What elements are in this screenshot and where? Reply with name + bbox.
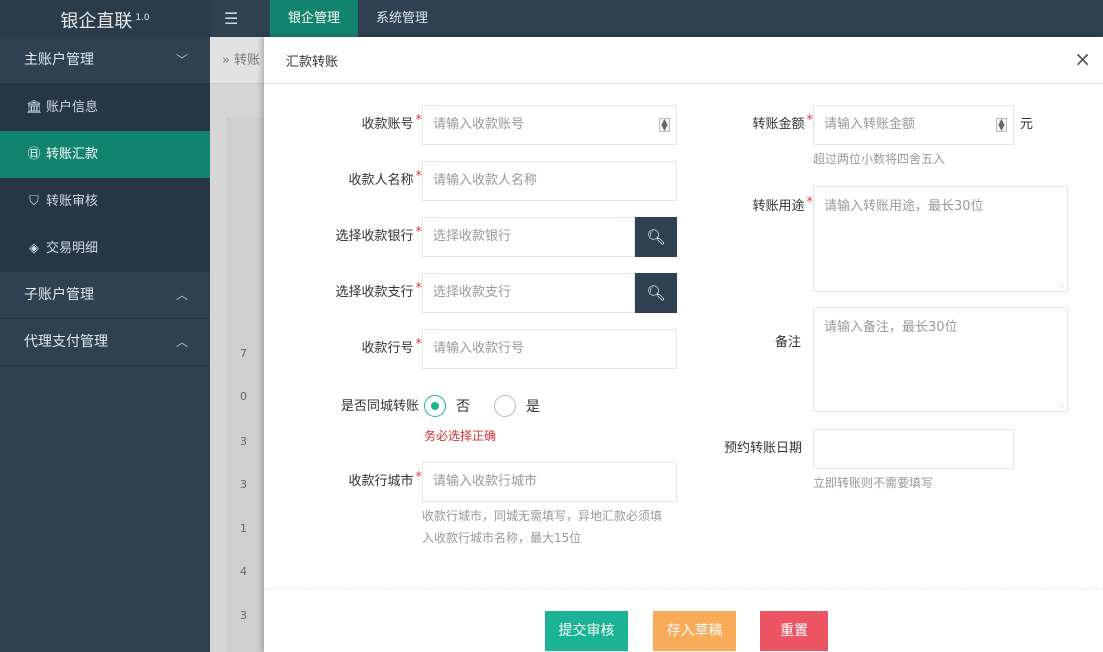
sidebar: 主账户管理 ﹀ 🏛 账户信息 ㊐转账汇款 ⛉ 转账审核 ◈ 交易明细 子账户管理 ︿ … [0, 37, 210, 652]
sidebar-item-label: 转账审核 [46, 194, 99, 209]
sidebar-group-agent-payment[interactable]: 代理支付管理 ︿ [0, 319, 210, 366]
save-draft-button[interactable]: 存入草稿 [653, 611, 736, 651]
sidebar-item-label: 交易明细 [46, 241, 99, 256]
remark-textarea[interactable]: 请输入备注，最长30位.: [813, 307, 1068, 412]
chevron-up-icon: ︿ [175, 288, 188, 302]
transfer-modal: 汇款转账 × 收款账号 * 请输入收款账号 ▲ ▼ 收款人名称 * 请输入收款人名称 选… [264, 37, 1103, 652]
branch-input[interactable]: 选择收款支行 [422, 273, 635, 313]
resize-handle-icon[interactable]: .: [1059, 280, 1064, 289]
branch-search-button[interactable]: 🔍︎ [635, 273, 677, 313]
search-icon: 🔍︎ [646, 228, 666, 246]
sidebar-group-label: 子账户管理 [24, 287, 94, 303]
yen-circle-icon: ㊐ [27, 147, 41, 162]
account-input[interactable]: 请输入收款账号 ▲ ▼ [422, 105, 677, 145]
schedule-date-input[interactable] [813, 429, 1014, 469]
sidebar-group-label: 代理支付管理 [24, 334, 108, 350]
sidebar-item-account-info[interactable]: 🏛 账户信息 [0, 84, 210, 131]
city-input[interactable]: 请输入收款行城市 [422, 462, 677, 502]
shield-check-icon: ⛉ [29, 194, 39, 209]
resize-handle-icon[interactable]: .: [1059, 400, 1064, 409]
bank-number-input[interactable]: 请输入收款行号 [422, 329, 677, 369]
sidebar-group-label: 主账户管理 [24, 52, 94, 68]
same-city-error: 务必选择正确 [424, 429, 497, 443]
schedule-date-label: 预约转账日期 [723, 441, 802, 456]
schedule-date-hint: 立即转账则不需要填写 [813, 476, 934, 490]
sidebar-submenu: 🏛 账户信息 ㊐转账汇款 ⛉ 转账审核 ◈ 交易明细 [0, 84, 210, 272]
submit-review-button[interactable]: 提交审核 [545, 611, 628, 651]
sidebar-item-transfer-review[interactable]: ⛉ 转账审核 [0, 178, 210, 225]
reset-button[interactable]: 重置 [760, 611, 828, 651]
bank-search-button[interactable]: 🔍︎ [635, 217, 677, 257]
brand-version: 1.0 [135, 13, 150, 23]
radio-unchecked-icon [494, 395, 516, 417]
account-label: 收款账号 * [361, 113, 422, 132]
tab-system[interactable]: 系统管理 [358, 0, 446, 37]
purpose-textarea[interactable]: 请输入转账用途，最长30位.: [813, 186, 1068, 292]
radio-label: 否 [456, 399, 470, 415]
city-label: 收款行城市 * [348, 470, 422, 489]
modal-header: 汇款转账 × [264, 37, 1103, 84]
amount-hint: 超过两位小数将四舍五入 [813, 152, 946, 166]
same-city-radio-yes[interactable]: 是 [494, 395, 540, 417]
city-hint: 收款行城市，同城无需填写，异地汇款必须填 入收款行城市名称，最大15位 [422, 509, 663, 545]
sidebar-item-label: 转账汇款 [46, 147, 99, 162]
breadcrumb-text: » 转账 [222, 53, 261, 68]
amount-unit: 元 [1020, 117, 1034, 132]
sidebar-item-transfer[interactable]: ㊐转账汇款 [0, 131, 210, 178]
search-icon: 🔍︎ [646, 284, 666, 302]
number-spinner-icon[interactable]: ▲ ▼ [659, 118, 670, 132]
purpose-label: 转账用途 * [752, 195, 813, 214]
bank-icon: 🏛 [26, 100, 43, 115]
close-icon[interactable]: × [1074, 47, 1091, 71]
top-nav: 银企管理 系统管理 [270, 0, 446, 37]
payee-name-label: 收款人名称 * [348, 169, 422, 188]
radio-label: 是 [526, 399, 540, 415]
bank-input[interactable]: 选择收款银行 [422, 217, 635, 257]
amount-input[interactable]: 请输入转账金额 ▲ ▼ [813, 105, 1014, 145]
top-bar: 银企直联 1.0 ☰ 银企管理 系统管理 [0, 0, 1103, 37]
sidebar-group-main-account[interactable]: 主账户管理 ﹀ [0, 37, 210, 84]
modal-title: 汇款转账 [286, 55, 339, 70]
brand-name: 银企直联 [60, 11, 133, 32]
bank-label: 选择收款银行 * [335, 225, 422, 244]
chevron-down-icon: ﹀ [175, 53, 188, 67]
sidebar-item-label: 账户信息 [46, 100, 99, 115]
radio-checked-icon [424, 395, 446, 417]
payee-name-input[interactable]: 请输入收款人名称 [422, 161, 677, 201]
footer-divider [264, 588, 1103, 589]
layers-icon: ◈ [29, 241, 39, 256]
bank-number-label: 收款行号 * [361, 337, 422, 356]
menu-icon[interactable]: ☰ [224, 0, 238, 37]
chevron-up-icon: ︿ [175, 335, 188, 349]
branch-label: 选择收款支行 * [335, 281, 422, 300]
brand-logo: 银企直联 1.0 [0, 0, 210, 37]
number-spinner-icon[interactable]: ▲ ▼ [996, 118, 1007, 132]
sidebar-item-transactions[interactable]: ◈ 交易明细 [0, 225, 210, 272]
same-city-label: 是否同城转账 [340, 399, 419, 414]
amount-label: 转账金额 * [752, 113, 813, 132]
sidebar-group-sub-account[interactable]: 子账户管理 ︿ [0, 272, 210, 319]
remark-label: 备注 [774, 335, 801, 350]
same-city-radio-no[interactable]: 否 [424, 395, 470, 417]
tab-bank-enterprise[interactable]: 银企管理 [270, 0, 359, 37]
